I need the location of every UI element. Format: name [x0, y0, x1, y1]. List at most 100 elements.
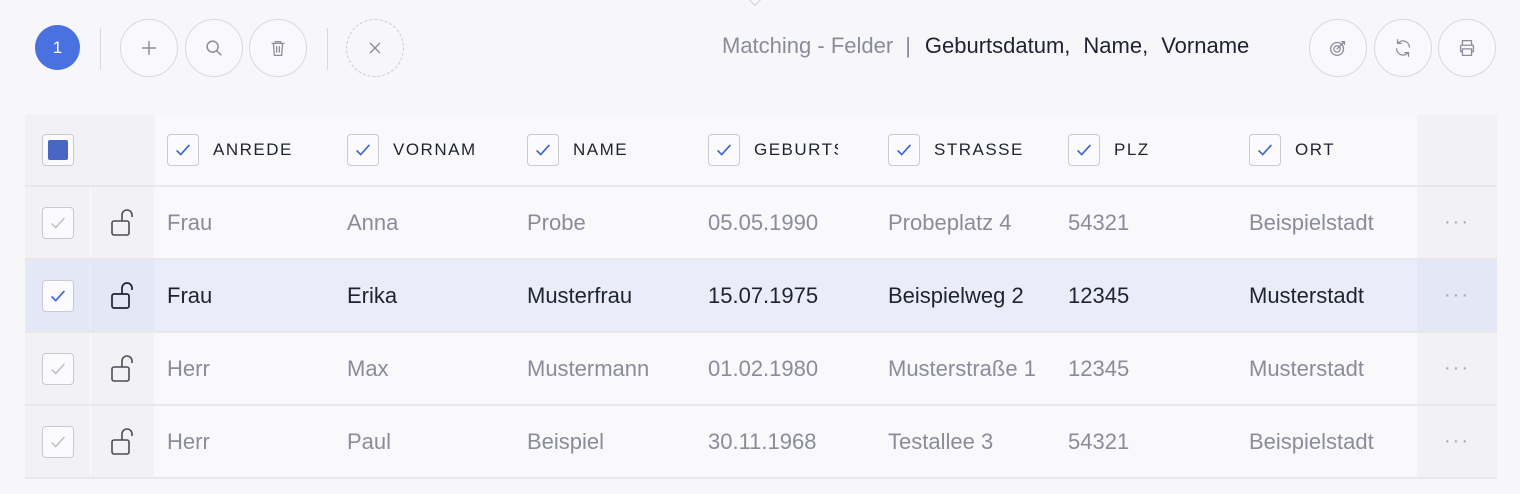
search-icon [206, 40, 222, 56]
row-checkbox[interactable] [41, 279, 74, 312]
select-all-cell [25, 115, 90, 185]
cell-plz: 12345 [1068, 282, 1130, 308]
search-button[interactable] [185, 19, 243, 77]
column-label: ORT [1295, 140, 1336, 159]
toolbar-divider [327, 28, 328, 70]
cell-name: Probe [527, 209, 586, 235]
row-menu-button[interactable]: ··· [1417, 260, 1497, 331]
plus-icon [141, 40, 157, 56]
more-icon: ··· [1444, 211, 1470, 233]
row-data: Herr Paul Beispiel 30.11.1968 Testallee … [155, 406, 1417, 477]
table-row[interactable]: Frau Anna Probe 05.05.1990 Probeplatz 4 … [25, 187, 1497, 260]
cell-geburtsdatum: 01.02.1980 [708, 355, 819, 381]
more-icon: ··· [1444, 430, 1470, 452]
column-checkbox[interactable] [527, 134, 559, 166]
cell-strasse: Testallee 3 [888, 428, 994, 454]
lock-icon[interactable] [91, 333, 154, 404]
cell-anrede: Frau [167, 282, 213, 308]
cell-name: Beispiel [527, 428, 605, 454]
table-row[interactable]: Herr Max Mustermann 01.02.1980 Musterstr… [25, 333, 1497, 406]
cell-geburtsdatum: 15.07.1975 [708, 282, 819, 308]
column-checkbox[interactable] [347, 134, 379, 166]
row-data: Frau Erika Musterfrau 15.07.1975 Beispie… [155, 260, 1417, 331]
row-checkbox[interactable] [41, 352, 74, 385]
more-icon: ··· [1444, 284, 1470, 306]
toolbar-divider [100, 28, 101, 70]
column-checkbox[interactable] [1249, 134, 1281, 166]
table-row[interactable]: Herr Paul Beispiel 30.11.1968 Testallee … [25, 406, 1497, 479]
row-select-cell [25, 187, 90, 258]
cell-geburtsdatum: 30.11.1968 [708, 428, 817, 454]
cell-vorname: Paul [347, 428, 392, 454]
row-menu-button[interactable]: ··· [1417, 333, 1497, 404]
matching-separator: | [905, 33, 911, 58]
lock-header-cell [91, 115, 154, 185]
add-button[interactable] [120, 19, 178, 77]
matching-field: Geburtsdatum, [924, 33, 1071, 58]
lock-icon[interactable] [91, 406, 154, 477]
cell-strasse: Beispielweg 2 [888, 282, 1024, 308]
cancel-button[interactable] [346, 19, 404, 77]
row-menu-button[interactable]: ··· [1417, 187, 1497, 258]
refresh-button[interactable] [1374, 19, 1432, 77]
cell-plz: 12345 [1068, 355, 1130, 381]
column-header-anrede[interactable]: ANREDE [167, 115, 297, 185]
refresh-icon [1395, 39, 1411, 57]
selection-count-badge: 1 [35, 25, 80, 70]
row-checkbox[interactable] [41, 206, 74, 239]
cell-anrede: Herr [167, 355, 210, 381]
column-header-name[interactable]: NAME [527, 115, 657, 185]
column-label: GEBURTS [754, 140, 838, 159]
header-columns: ANREDE VORNAM NAME GEBURTS STRASSE PLZ O… [155, 115, 1417, 185]
column-header-strasse[interactable]: STRASSE [888, 115, 1034, 185]
print-icon [1459, 40, 1475, 56]
cell-strasse: Probeplatz 4 [888, 209, 1012, 235]
matching-label: Matching - Felder [722, 33, 894, 58]
column-checkbox[interactable] [1068, 134, 1100, 166]
row-data: Frau Anna Probe 05.05.1990 Probeplatz 4 … [155, 187, 1417, 258]
row-checkbox[interactable] [41, 425, 74, 458]
cell-ort: Beispielstadt [1249, 209, 1374, 235]
column-checkbox[interactable] [888, 134, 920, 166]
row-data: Herr Max Mustermann 01.02.1980 Musterstr… [155, 333, 1417, 404]
cell-plz: 54321 [1068, 428, 1130, 454]
matching-field: Vorname [1161, 33, 1250, 58]
print-button[interactable] [1438, 19, 1496, 77]
cell-name: Musterfrau [527, 282, 633, 308]
lock-icon[interactable] [91, 260, 154, 331]
column-checkbox[interactable] [167, 134, 199, 166]
select-all-checkbox[interactable] [41, 134, 74, 166]
table-header-row: ANREDE VORNAM NAME GEBURTS STRASSE PLZ O… [25, 115, 1497, 187]
table-row[interactable]: Frau Erika Musterfrau 15.07.1975 Beispie… [25, 260, 1497, 333]
column-header-plz[interactable]: PLZ [1068, 115, 1198, 185]
cell-anrede: Herr [167, 428, 210, 454]
column-header-ort[interactable]: ORT [1249, 115, 1379, 185]
cell-plz: 54321 [1068, 209, 1130, 235]
cell-anrede: Frau [167, 209, 213, 235]
matching-fields: Matching - Felder | Geburtsdatum, Name, … [722, 33, 1262, 59]
more-icon: ··· [1444, 357, 1470, 379]
row-menu-button[interactable]: ··· [1417, 406, 1497, 477]
cell-ort: Musterstadt [1249, 355, 1364, 381]
cell-ort: Beispielstadt [1249, 428, 1374, 454]
cell-ort: Musterstadt [1249, 282, 1364, 308]
column-header-vorname[interactable]: VORNAM [347, 115, 477, 185]
cell-strasse: Musterstraße 1 [888, 355, 1036, 381]
cell-name: Mustermann [527, 355, 650, 381]
matching-field: Name, [1083, 33, 1149, 58]
column-header-geburtsdatum[interactable]: GEBURTS [708, 115, 838, 185]
cell-vorname: Max [347, 355, 389, 381]
cell-geburtsdatum: 05.05.1990 [708, 209, 819, 235]
row-select-cell [25, 260, 90, 331]
close-icon [369, 42, 381, 54]
header-menu-cell [1417, 115, 1497, 185]
delete-button[interactable] [249, 19, 307, 77]
column-label: PLZ [1114, 140, 1150, 159]
toolbar: 1 Matching - Felder | Geburtsdatum, Name… [0, 0, 1520, 96]
target-button[interactable] [1309, 19, 1367, 77]
row-select-cell [25, 406, 90, 477]
column-label: NAME [573, 140, 629, 159]
lock-icon[interactable] [91, 187, 154, 258]
column-checkbox[interactable] [708, 134, 740, 166]
cell-vorname: Erika [347, 282, 398, 308]
